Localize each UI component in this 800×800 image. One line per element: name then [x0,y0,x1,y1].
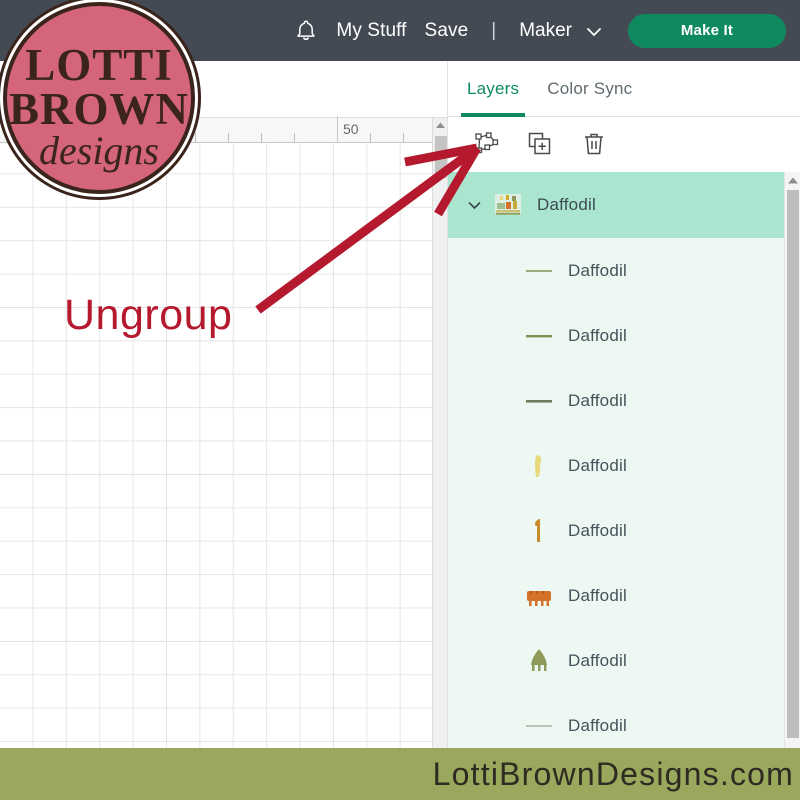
tab-color-sync[interactable]: Color Sync [547,61,632,117]
layer-thumbnail [524,516,554,546]
lotti-brown-logo-watermark: LOTTI BROWN designs [3,2,195,194]
stem-thumbnail [535,518,540,542]
layers-vertical-scrollbar[interactable] [784,172,800,748]
layer-group-label: Daffodil [537,195,596,214]
line-thumbnail [526,334,552,337]
machine-selector-label[interactable]: Maker [510,20,576,42]
layer-row[interactable]: Daffodil [448,563,785,628]
group-thumbnail [493,190,523,220]
panel-tab-bar: Layers Color Sync [448,61,800,117]
trumpet-thumbnail [527,590,551,606]
bell-icon[interactable] [293,18,319,44]
leaf-thumbnail [531,648,547,671]
caret-up-icon[interactable] [787,175,799,186]
layer-label: Daffodil [568,455,627,475]
duplicate-icon [528,132,551,155]
scrollbar-thumb[interactable] [435,136,447,178]
layer-label: Daffodil [568,325,627,345]
layer-row[interactable]: Daffodil [448,368,785,433]
layer-thumbnail [524,451,554,481]
layer-thumbnail [524,646,554,676]
ungroup-icon [475,132,499,154]
trash-icon [585,133,603,155]
layer-list[interactable]: Daffodil Daffodil Daffodil Daffodil Daff… [448,172,785,748]
footer-bar: LottiBrownDesigns.com [0,748,800,800]
layer-thumbnail [524,711,554,741]
layer-group-row[interactable]: Daffodil [448,172,785,238]
logo-line-3: designs [39,127,159,173]
layer-label: Daffodil [568,650,627,670]
layer-row[interactable]: Daffodil [448,628,785,693]
layer-row[interactable]: Daffodil [448,433,785,498]
nav-items: My Stuff Save | Maker Make It [293,13,786,48]
tab-layers[interactable]: Layers [460,61,526,117]
layer-row[interactable]: Daffodil [448,693,785,748]
layer-row[interactable]: Daffodil [448,303,785,368]
layer-row[interactable]: Daffodil [448,238,785,303]
layer-label: Daffodil [568,390,627,410]
chevron-down-icon[interactable] [584,22,604,42]
ungroup-button[interactable] [470,128,502,160]
layer-label: Daffodil [568,260,627,280]
logo-line-2: BROWN [8,83,189,134]
petal-thumbnail [535,454,542,477]
layer-thumbnail [524,321,554,351]
daffodil-image-thumbnail [495,194,521,215]
caret-up-icon[interactable] [435,120,446,131]
layer-thumbnail [524,581,554,611]
tab-layers-label: Layers [467,78,520,98]
line-thumbnail [526,399,552,403]
canvas-grid[interactable] [0,143,434,748]
tab-color-sync-label: Color Sync [547,78,633,98]
layer-thumbnail [524,386,554,416]
annotation-label: Ungroup [64,291,233,339]
chevron-down-icon[interactable] [466,197,483,214]
duplicate-button[interactable] [524,128,556,160]
layer-thumbnail [524,256,554,286]
ruler-label-50: 50 [343,121,359,137]
my-stuff-link[interactable]: My Stuff [327,20,415,42]
layer-label: Daffodil [568,715,627,735]
scrollbar-thumb[interactable] [787,190,799,738]
line-thumbnail [526,724,552,727]
layer-row[interactable]: Daffodil [448,498,785,563]
layers-panel: Layers Color Sync Daffodil Daffodil Daff… [447,61,800,748]
layer-label: Daffodil [568,520,627,540]
logo-line-1: LOTTI [25,40,173,91]
footer-website-text: LottiBrownDesigns.com [432,755,794,792]
line-thumbnail [526,269,552,272]
save-button[interactable]: Save [416,20,478,42]
delete-button[interactable] [578,128,610,160]
layers-toolbar [448,117,800,171]
make-it-button[interactable]: Make It [628,13,786,48]
layer-label: Daffodil [568,585,627,605]
canvas-vertical-scrollbar[interactable] [432,118,447,748]
screenshot-root: 50 Layers Color Sync Daffodil Daffodil D… [0,0,800,800]
nav-separator: | [491,19,497,41]
